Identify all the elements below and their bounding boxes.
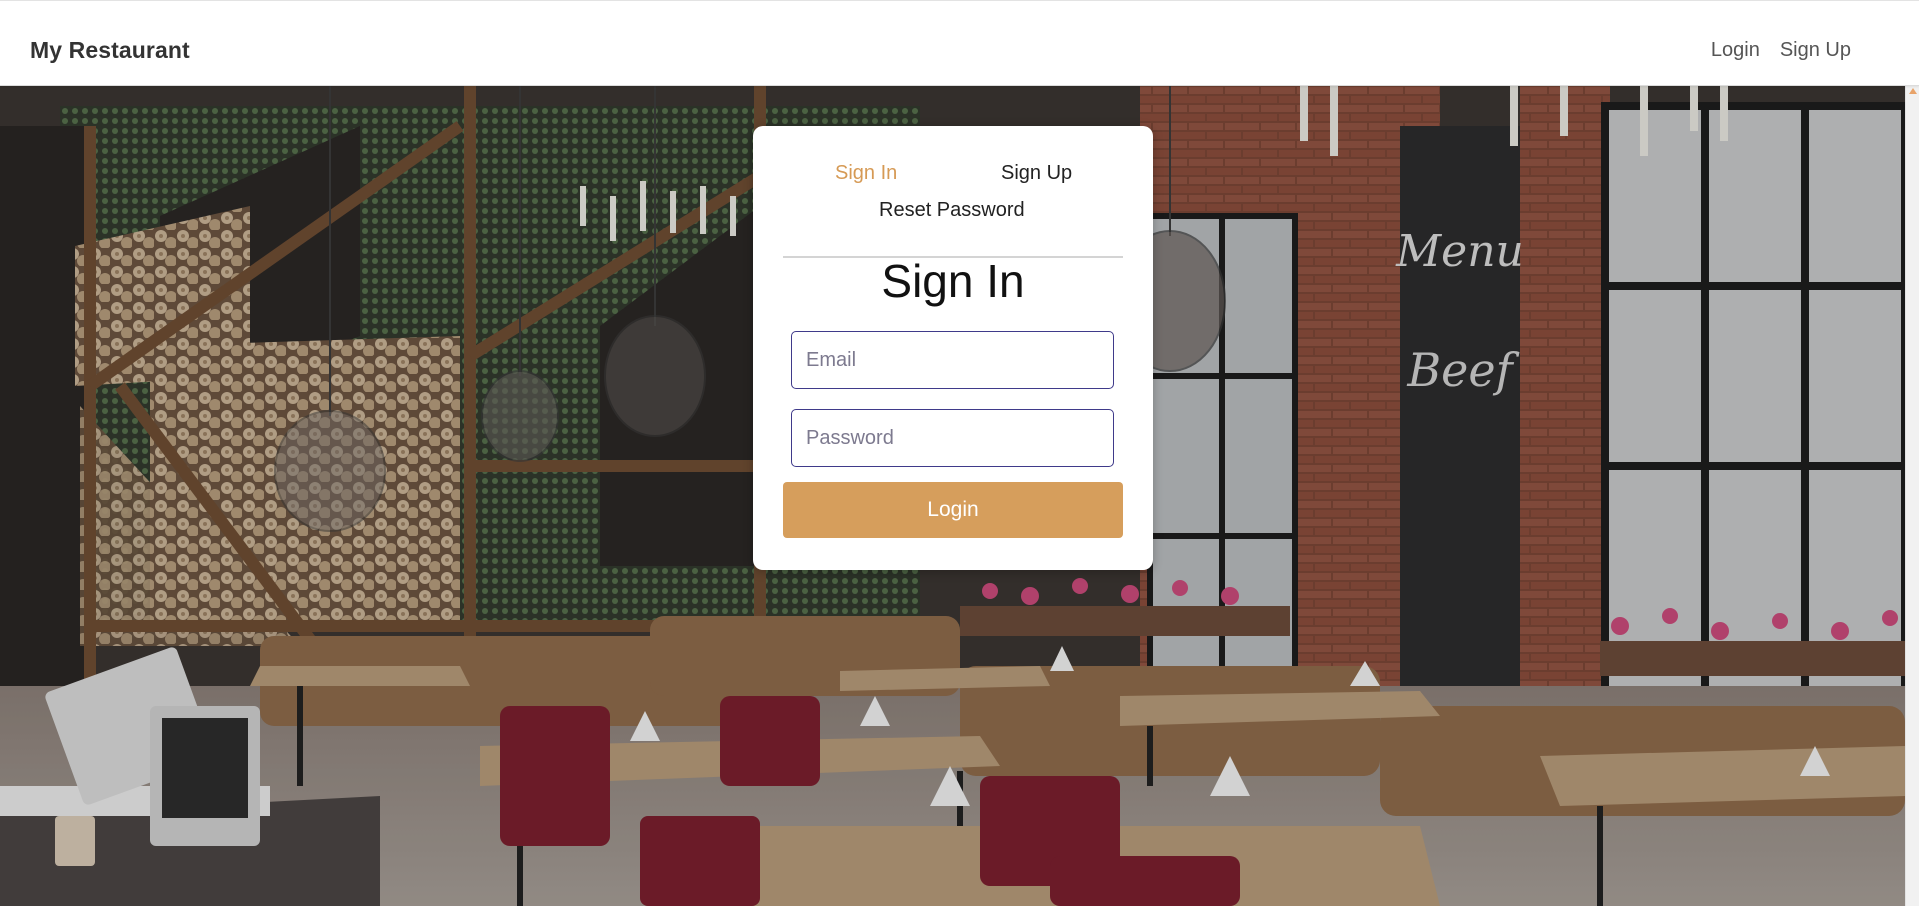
nav-links: Login Sign Up — [1711, 39, 1851, 62]
top-navbar: My Restaurant Login Sign Up — [0, 0, 1919, 86]
brand-title[interactable]: My Restaurant — [30, 37, 190, 64]
nav-signup-link[interactable]: Sign Up — [1780, 39, 1851, 62]
auth-tabs: Sign In Sign Up Reset Password — [783, 162, 1123, 258]
scroll-up-arrow-icon[interactable] — [1909, 88, 1917, 94]
auth-card: Sign In Sign Up Reset Password Sign In L… — [753, 126, 1153, 570]
tab-reset-password[interactable]: Reset Password — [879, 199, 1025, 222]
tab-sign-in[interactable]: Sign In — [835, 162, 897, 185]
email-field[interactable] — [791, 331, 1114, 389]
nav-login-link[interactable]: Login — [1711, 39, 1760, 62]
login-button[interactable]: Login — [783, 482, 1123, 538]
password-field[interactable] — [791, 409, 1114, 467]
form-title: Sign In — [881, 255, 1025, 307]
vertical-scrollbar[interactable] — [1905, 86, 1919, 906]
tab-sign-up[interactable]: Sign Up — [1001, 162, 1072, 185]
